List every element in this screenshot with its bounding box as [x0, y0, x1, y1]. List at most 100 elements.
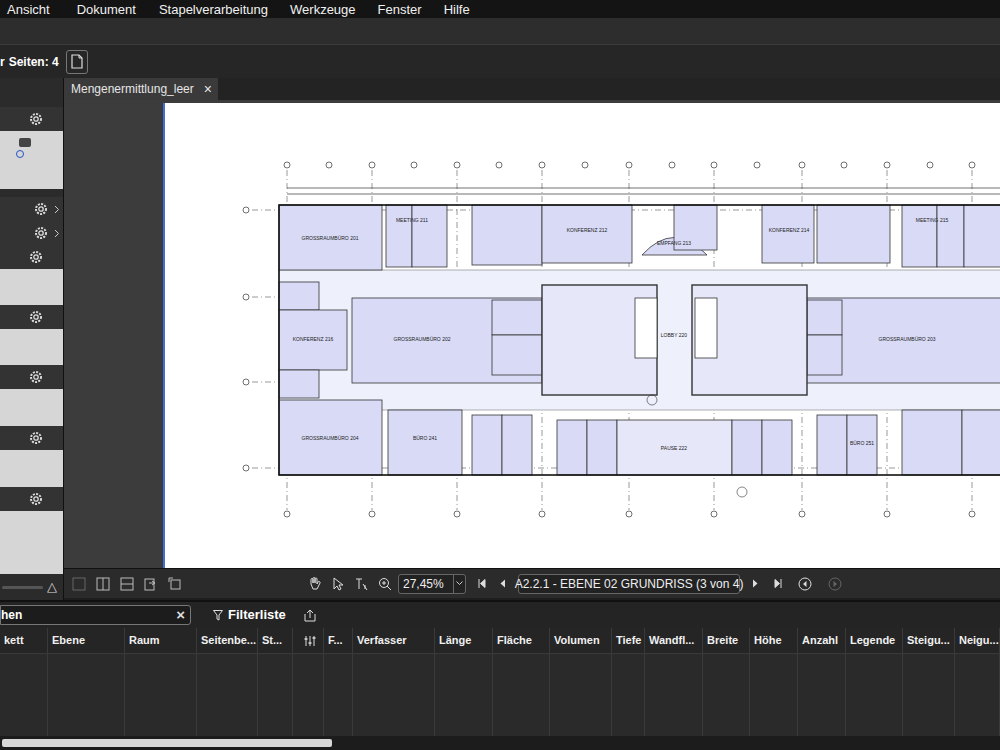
column-header[interactable]: Seitenbe...	[197, 628, 258, 653]
back-view-icon[interactable]	[798, 577, 812, 591]
previous-page-icon[interactable]	[500, 579, 506, 588]
markups-list: hen × Filterliste kettEbeneRaum Seitenbe.…	[0, 600, 1000, 750]
gear-icon[interactable]	[29, 431, 43, 445]
column-cell	[258, 654, 293, 736]
room-label: GROSSRAUMBÜRO 202	[394, 336, 451, 342]
column-cell	[703, 654, 750, 736]
next-page-icon[interactable]	[752, 579, 758, 588]
menu-item[interactable]: Ansicht	[7, 3, 50, 16]
room-label: MEETING 211	[396, 217, 428, 223]
menu-item[interactable]: Fenster	[378, 3, 422, 16]
toolbar: r Seiten: 4	[0, 44, 1000, 78]
last-page-icon[interactable]	[774, 579, 782, 588]
column-header[interactable]	[293, 628, 324, 653]
menu-item[interactable]: Dokument	[77, 3, 136, 16]
menu-item[interactable]: Werkzeuge	[290, 3, 356, 16]
search-value[interactable]: hen	[1, 606, 171, 624]
text-select-icon[interactable]	[354, 577, 368, 591]
document-tab-bar: Mengenermittlung_leer ×	[64, 78, 1000, 100]
column-cell	[353, 654, 435, 736]
navigation-bar: 27,45% A2.2.1 - EBENE 02 GRUNDRISS (3 vo…	[64, 568, 1000, 598]
columns-icon[interactable]	[96, 577, 110, 591]
column-label: Länge	[439, 632, 471, 649]
chevron-icon[interactable]	[54, 229, 60, 238]
room-label: BÜRO 251	[850, 440, 874, 446]
zoom-value[interactable]: 27,45%	[399, 575, 453, 593]
gear-icon[interactable]	[29, 250, 43, 264]
forward-view-icon[interactable]	[828, 577, 842, 591]
column-header[interactable]: Legende	[846, 628, 903, 653]
first-page-icon[interactable]	[478, 579, 486, 588]
column-label: Verfasser	[357, 632, 407, 649]
gear-icon[interactable]	[29, 370, 43, 384]
rows-icon[interactable]	[120, 577, 134, 591]
filter-button[interactable]: Filterliste	[213, 605, 286, 625]
overlay-icon[interactable]	[168, 577, 182, 591]
room-label: KONFERENZ 216	[293, 336, 334, 342]
panel-slider[interactable]	[2, 586, 43, 589]
gear-icon[interactable]	[29, 310, 43, 324]
document-canvas[interactable]: GROSSRAUMBÜRO 201 MEETING 211 KONFERENZ 21…	[64, 100, 1000, 568]
export-icon[interactable]	[304, 609, 316, 622]
column-cell	[550, 654, 612, 736]
gear-icon[interactable]	[34, 226, 48, 240]
gear-icon[interactable]	[29, 112, 43, 126]
column-header[interactable]: Volumen	[550, 628, 612, 653]
hand-icon[interactable]	[308, 576, 322, 591]
column-cell	[0, 654, 48, 736]
column-header[interactable]: Länge	[435, 628, 493, 653]
search-field[interactable]: hen ×	[0, 605, 191, 625]
room-label: GROSSRAUMBÜRO 203	[879, 336, 936, 342]
column-header[interactable]: Fläche	[493, 628, 550, 653]
single-page-icon[interactable]	[72, 577, 86, 591]
chevron-icon[interactable]	[54, 205, 60, 214]
column-label: Seitenbe...	[201, 632, 256, 649]
markup-icon[interactable]	[16, 136, 36, 158]
page-icon[interactable]	[66, 50, 88, 74]
page-value[interactable]: A2.2.1 - EBENE 02 GRUNDRISS (3 von 4)	[515, 575, 744, 593]
column-cell	[435, 654, 493, 736]
column-header[interactable]: Verfasser	[353, 628, 435, 653]
zoom-icon[interactable]	[378, 577, 392, 591]
column-header[interactable]: Höhe	[750, 628, 798, 653]
column-header[interactable]: St...	[258, 628, 293, 653]
filter-label: Filterliste	[228, 605, 286, 625]
close-tab-button[interactable]: ×	[204, 79, 212, 100]
menu-item[interactable]: Stapelverarbeitung	[159, 3, 268, 16]
column-header[interactable]: F...	[324, 628, 353, 653]
document-tab[interactable]: Mengenermittlung_leer ×	[64, 78, 218, 100]
column-header[interactable]: Neigu...	[955, 628, 1000, 653]
document-tab-label: Mengenermittlung_leer	[71, 80, 194, 98]
column-header[interactable]: Steigu...	[903, 628, 955, 653]
column-settings-icon[interactable]	[304, 635, 316, 647]
column-header[interactable]: Raum	[125, 628, 197, 653]
column-cell	[955, 654, 1000, 736]
column-header[interactable]: Breite	[703, 628, 750, 653]
column-header[interactable]: Wandfl...	[645, 628, 703, 653]
plan-page[interactable]: GROSSRAUMBÜRO 201 MEETING 211 KONFERENZ 21…	[163, 103, 1000, 568]
dropdown-icon[interactable]	[456, 581, 463, 586]
column-label: Raum	[129, 632, 160, 649]
compare-icon[interactable]	[144, 577, 158, 591]
menu-item[interactable]: Hilfe	[444, 3, 470, 16]
column-label: Volumen	[554, 632, 600, 649]
gear-icon[interactable]	[34, 202, 48, 216]
clear-search-button[interactable]: ×	[171, 604, 190, 627]
floor-plan[interactable]: GROSSRAUMBÜRO 201 MEETING 211 KONFERENZ 21…	[165, 103, 1000, 568]
collapse-button[interactable]: △	[47, 577, 57, 597]
menu-bar: Ansicht Dokument Stapelverarbeitung Werkzeu…	[0, 0, 1000, 18]
table-body	[0, 654, 1000, 736]
column-header[interactable]: Anzahl	[798, 628, 846, 653]
zoom-field[interactable]: 27,45%	[398, 574, 466, 594]
room-label: GROSSRAUMBÜRO 201	[302, 235, 359, 241]
column-header[interactable]: kett	[0, 628, 48, 653]
page-field[interactable]: A2.2.1 - EBENE 02 GRUNDRISS (3 von 4)	[518, 574, 740, 594]
gear-icon[interactable]	[29, 492, 43, 506]
select-icon[interactable]	[332, 577, 344, 591]
scrollbar-thumb[interactable]	[2, 739, 332, 747]
column-header[interactable]: Ebene	[48, 628, 125, 653]
column-header[interactable]: Tiefe	[612, 628, 645, 653]
horizontal-scrollbar[interactable]	[0, 736, 1000, 750]
column-cell	[293, 654, 324, 736]
side-panel: △	[0, 78, 64, 600]
